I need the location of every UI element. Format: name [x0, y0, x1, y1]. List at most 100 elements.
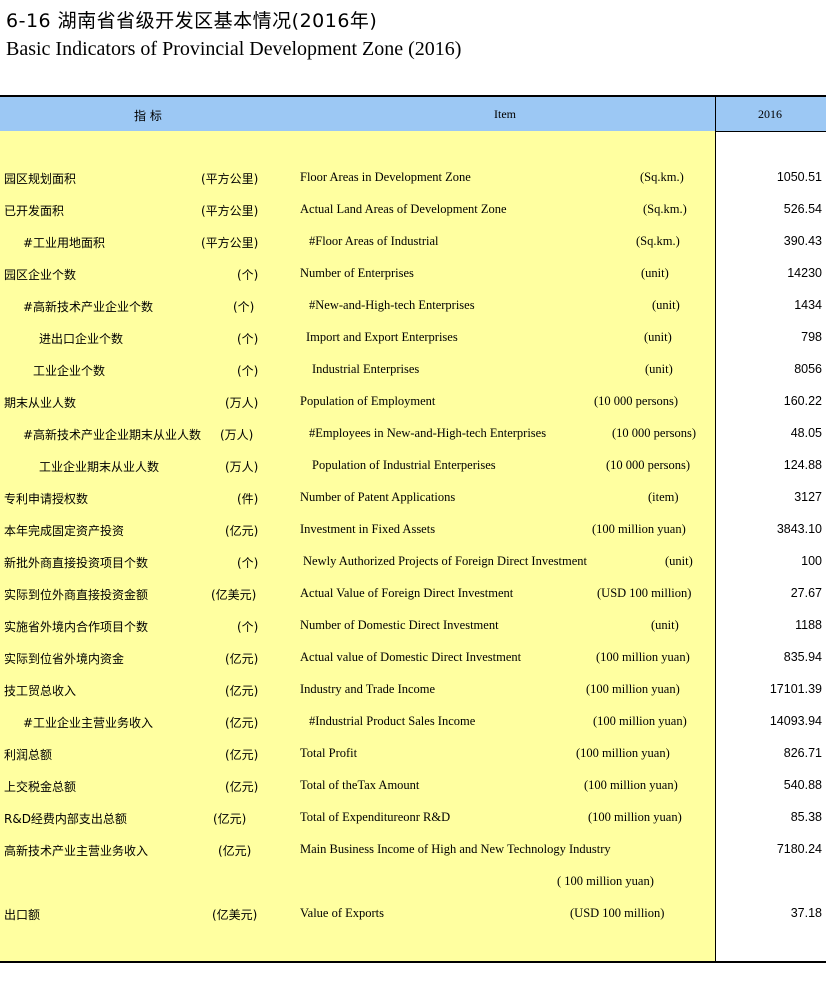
unit-en: (10 000 persons): [594, 394, 679, 408]
unit-cn: (亿元): [225, 684, 259, 698]
value-2016: 540.88: [783, 778, 822, 792]
unit-cn: (亿元): [225, 652, 259, 666]
indicator-en: Actual value of Domestic Direct Investme…: [300, 650, 522, 664]
unit-cn: (平方公里): [201, 236, 259, 250]
indicator-cn: 已开发面积: [4, 204, 65, 218]
unit-cn: (亿元): [225, 780, 259, 794]
unit-en: (unit): [641, 266, 669, 280]
value-2016: 14093.94: [769, 714, 822, 728]
indicator-en: Industrial Enterprises: [312, 362, 420, 376]
table-row: 上交税金总额 (亿元) Total of theTax Amount (100 mil…: [0, 771, 826, 803]
unit-cn: (个): [237, 364, 259, 378]
value-2016: 7180.24: [776, 842, 822, 856]
unit-en: (100 million yuan): [593, 714, 687, 728]
indicator-cn: 新批外商直接投资项目个数: [4, 556, 149, 570]
table-row: 专利申请授权数 (件) Number of Patent Applications (…: [0, 483, 826, 515]
value-2016: 160.22: [783, 394, 822, 408]
unit-cn: (件): [237, 492, 259, 506]
unit-en: (USD 100 million): [597, 586, 692, 600]
value-2016: 48.05: [790, 426, 822, 440]
unit-cn: (亿美元): [211, 588, 257, 602]
value-2016: 85.38: [790, 810, 822, 824]
table-row: 高新技术产业主营业务收入 (亿元) Main Business Income of …: [0, 835, 826, 867]
table-row: 实际到位外商直接投资金额 (亿美元) Actual Value of Foreign…: [0, 579, 826, 611]
unit-en: (unit): [644, 330, 672, 344]
table-row: 工业企业个数 (个) Industrial Enterprises (unit) 805…: [0, 355, 826, 387]
indicator-en: #Floor Areas of Industrial: [309, 234, 439, 248]
indicator-en: Total of Expenditureonr R&D: [300, 810, 451, 824]
unit-en: (USD 100 million): [570, 906, 665, 920]
indicator-cn: #高新技术产业企业期末从业人数: [23, 428, 202, 442]
table-row: 工业企业期末从业人数 (万人) Population of Industrial E…: [0, 451, 826, 483]
value-2016: 27.67: [790, 586, 822, 600]
unit-cn: (亿元): [218, 844, 252, 858]
indicator-cn: 实际到位省外境内资金: [4, 652, 125, 666]
indicator-cn: #高新技术产业企业个数: [23, 300, 154, 314]
table-row: 实际到位省外境内资金 (亿元) Actual value of Domestic D…: [0, 643, 826, 675]
indicator-en: Population of Employment: [300, 394, 436, 408]
indicator-en: Actual Land Areas of Development Zone: [300, 202, 507, 216]
unit-en: (10 000 persons): [606, 458, 691, 472]
indicator-cn: 本年完成固定资产投资: [4, 524, 125, 538]
unit-en: (Sq.km.): [640, 170, 684, 184]
unit-cn: (万人): [220, 428, 254, 442]
unit-cn: (个): [237, 556, 259, 570]
value-2016: 390.43: [783, 234, 822, 248]
indicator-en: Value of Exports: [300, 906, 385, 920]
indicator-cn: #工业用地面积: [23, 236, 106, 250]
unit-cn: (万人): [225, 460, 259, 474]
indicator-en: Total Profit: [300, 746, 358, 760]
indicator-en: Number of Patent Applications: [300, 490, 456, 504]
value-2016: 14230: [787, 266, 822, 280]
indicator-cn: 园区企业个数: [4, 268, 77, 282]
table-title-english: Basic Indicators of Provincial Developme…: [6, 38, 462, 60]
indicator-cn: 工业企业期末从业人数: [39, 460, 160, 474]
indicator-en: Newly Authorized Projects of Foreign Dir…: [303, 554, 587, 568]
unit-cn: (亿元): [225, 716, 259, 730]
unit-cn: (亿元): [213, 812, 247, 826]
unit-cn: (亿元): [225, 748, 259, 762]
indicator-en: Total of theTax Amount: [300, 778, 420, 792]
unit-en: (item): [648, 490, 679, 504]
table-row: 园区企业个数 (个) Number of Enterprises (unit) 1423…: [0, 259, 826, 291]
indicator-cn: 技工贸总收入: [4, 684, 77, 698]
indicator-cn: 工业企业个数: [33, 364, 106, 378]
table-row: #高新技术产业企业期末从业人数 (万人) #Employees in New-and…: [0, 419, 826, 451]
indicator-en: Population of Industrial Enterperises: [312, 458, 496, 472]
unit-cn: (平方公里): [201, 172, 259, 186]
value-2016: 798: [801, 330, 822, 344]
table-header: 指 标 Item 2016: [0, 97, 826, 132]
indicator-en: Industry and Trade Income: [300, 682, 436, 696]
table-row: 进出口企业个数 (个) Import and Export Enterprises (…: [0, 323, 826, 355]
indicator-cn: 进出口企业个数: [39, 332, 124, 346]
table-row: 期末从业人数 (万人) Population of Employment (10 00…: [0, 387, 826, 419]
bottom-rule: [0, 961, 826, 963]
table-row: 本年完成固定资产投资 (亿元) Investment in Fixed Assets…: [0, 515, 826, 547]
indicator-cn: 实际到位外商直接投资金额: [4, 588, 149, 602]
unit-en: (10 000 persons): [612, 426, 697, 440]
unit-cn: (个): [237, 268, 259, 282]
unit-en: (unit): [665, 554, 693, 568]
header-item: Item: [494, 107, 516, 121]
unit-en: (Sq.km.): [643, 202, 687, 216]
table-row: R&D经费内部支出总额 (亿元) Total of Expenditureonr R…: [0, 803, 826, 835]
indicator-en: Number of Enterprises: [300, 266, 414, 280]
value-2016: 1188: [795, 618, 822, 632]
value-2016: 1050.51: [776, 170, 822, 184]
table-row: 实施省外境内合作项目个数 (个) Number of Domestic Direct…: [0, 611, 826, 643]
table-title-chinese: 6-16 湖南省省级开发区基本情况(2016年): [6, 10, 378, 32]
value-2016: 526.54: [783, 202, 822, 216]
indicator-cn: R&D经费内部支出总额: [4, 812, 127, 826]
indicator-cn: 园区规划面积: [4, 172, 77, 186]
table-row: 已开发面积 (平方公里) Actual Land Areas of Developm…: [0, 195, 826, 227]
header-column-divider: [715, 97, 716, 131]
unit-en: (Sq.km.): [636, 234, 680, 248]
indicator-en: Actual Value of Foreign Direct Investmen…: [300, 586, 514, 600]
unit-cn: (万人): [225, 396, 259, 410]
unit-cn: (个): [233, 300, 255, 314]
indicator-en: Main Business Income of High and New Tec…: [300, 842, 611, 856]
unit-en: ( 100 million yuan): [557, 874, 654, 888]
value-2016: 37.18: [790, 906, 822, 920]
table-row: #高新技术产业企业个数 (个) #New-and-High-tech Enterpr…: [0, 291, 826, 323]
indicator-en: Number of Domestic Direct Investment: [300, 618, 499, 632]
